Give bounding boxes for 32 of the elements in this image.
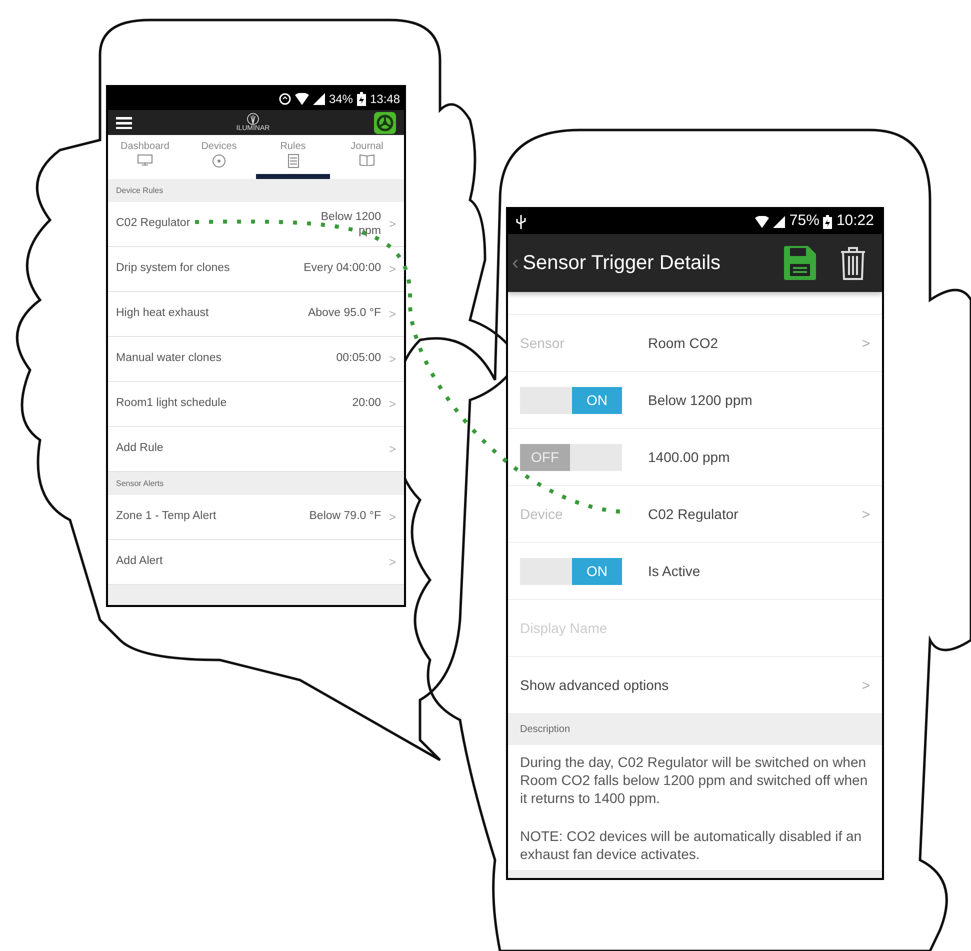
- sync-icon: [278, 92, 291, 104]
- battery-icon: [356, 92, 366, 106]
- signal-icon: [773, 216, 786, 228]
- section-header: Device Rules: [108, 179, 404, 202]
- description-text: During the day, C02 Regulator will be switched on when Room CO2 falls below 1200 ppm and switched off when it returns to 1400 ppm.: [520, 753, 869, 807]
- battery-percent: 75%: [789, 211, 820, 232]
- tab[interactable]: Dashboard: [108, 135, 182, 179]
- signal-icon: [312, 92, 325, 104]
- gear-icon[interactable]: [374, 112, 396, 134]
- tab[interactable]: Devices: [182, 135, 256, 179]
- wifi-icon: [755, 216, 770, 228]
- save-icon[interactable]: [784, 246, 816, 280]
- usb-icon: [516, 214, 526, 228]
- screen-title: Sensor Trigger Details: [522, 251, 722, 276]
- menu-icon[interactable]: [116, 116, 132, 128]
- description-text: NOTE: CO2 devices will be automatically disabled if an exhaust fan device activates.: [520, 827, 863, 863]
- option-label: Is Active: [648, 562, 702, 580]
- battery-percent: 34%: [328, 90, 353, 108]
- option-label: Below 1200 ppm: [648, 390, 754, 410]
- section-header: Sensor Alerts: [108, 472, 404, 495]
- section-header: Description: [508, 714, 882, 745]
- tab[interactable]: Journal: [330, 135, 404, 179]
- wifi-icon: [294, 92, 309, 104]
- clock: 10:22: [836, 211, 874, 232]
- book-icon: [359, 154, 375, 166]
- monitor-icon: [137, 154, 153, 166]
- list-icon: [288, 154, 298, 168]
- leaf-logo-icon: [246, 113, 260, 125]
- option-label: 1400.00 ppm: [648, 448, 731, 467]
- clock: 13:48: [370, 90, 400, 108]
- trash-icon[interactable]: [840, 246, 866, 280]
- battery-icon: [823, 214, 832, 228]
